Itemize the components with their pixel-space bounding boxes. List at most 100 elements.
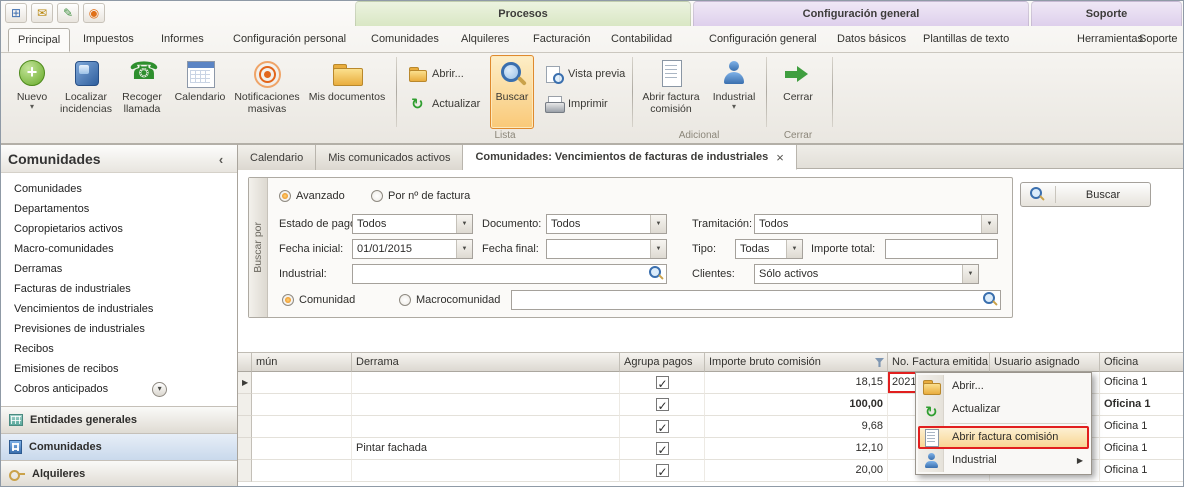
cell-importe[interactable]: 100,00 [705,394,888,416]
sidebar-item-derramas[interactable]: Derramas [0,259,237,279]
cell-derrama[interactable] [352,372,620,394]
estado-de-pago-select[interactable]: Todos [352,214,473,234]
tipo-select[interactable]: Todas [735,239,803,259]
vista-previa-button[interactable]: Vista previa [540,63,630,85]
menu-item-abrir[interactable]: Abrir... [918,375,1089,398]
cell-importe[interactable]: 9,68 [705,416,888,438]
cell-derrama[interactable] [352,394,620,416]
cell-mun[interactable] [252,372,352,394]
collapse-sidebar-icon[interactable] [213,151,229,167]
sidebar-item-macro-comunidades[interactable]: Macro-comunidades [0,239,237,259]
app-window-icon[interactable] [5,3,27,23]
tab-configuracion-general[interactable]: Configuración general [700,28,826,52]
menu-item-actualizar[interactable]: Actualizar [918,398,1089,421]
por-numero-factura-radio[interactable]: Por nº de factura [371,186,470,206]
fecha-final-datepicker[interactable] [546,239,667,259]
cell-oficina[interactable]: Oficina 1 [1100,372,1184,394]
sidebar-item-previsiones-de-industriales[interactable]: Previsiones de industriales [0,319,237,339]
cell-oficina[interactable]: Oficina 1 [1100,460,1184,482]
calendario-button[interactable]: Calendario [170,55,230,129]
cell-oficina[interactable]: Oficina 1 [1100,394,1184,416]
sidebar-item-vencimientos-de-industriales[interactable]: Vencimientos de industriales [0,299,237,319]
close-tab-icon[interactable] [776,150,784,165]
cell-oficina[interactable]: Oficina 1 [1100,438,1184,460]
dropdown-arrow-icon[interactable] [456,215,472,233]
agrupa-pagos-checkbox[interactable] [620,416,705,438]
clientes-select[interactable]: Sólo activos [754,264,979,284]
cell-derrama[interactable] [352,460,620,482]
actualizar-button[interactable]: Actualizar [404,93,485,115]
comunidad-radio[interactable]: Comunidad [282,290,355,310]
tab-plantillas-de-texto[interactable]: Plantillas de texto [914,28,1018,52]
menu-item-industrial[interactable]: Industrial [918,449,1089,472]
cell-derrama[interactable]: Pintar fachada [352,438,620,460]
column-header-importe-bruto-comision[interactable]: Importe bruto comisión [705,353,888,372]
cell-mun[interactable] [252,416,352,438]
industrial-lookup-input[interactable] [352,264,667,284]
column-header-mun[interactable]: mún [252,353,352,372]
tab-alquileres[interactable]: Alquileres [452,28,518,52]
sidebar-item-emisiones-de-recibos[interactable]: Emisiones de recibos [0,359,237,379]
importe-total-input[interactable] [885,239,998,259]
sidebar-item-copropietarios-activos[interactable]: Copropietarios activos [0,219,237,239]
dropdown-arrow-icon[interactable] [786,240,802,258]
sidebar-group-comunidades[interactable]: Comunidades [0,433,237,460]
agrupa-pagos-checkbox[interactable] [620,394,705,416]
cell-mun[interactable] [252,394,352,416]
menu-item-abrir-factura-comision[interactable]: Abrir factura comisión [918,426,1089,449]
sidebar-item-departamentos[interactable]: Departamentos [0,199,237,219]
column-header-usuario-asignado[interactable]: Usuario asignado [990,353,1100,372]
tab-principal[interactable]: Principal [8,28,70,52]
mis-documentos-button[interactable]: Mis documentos [304,55,390,129]
agrupa-pagos-checkbox[interactable] [620,372,705,394]
industrial-button[interactable]: Industrial ▾ [706,55,762,129]
tab-facturacion[interactable]: Facturación [524,28,599,52]
cell-oficina[interactable]: Oficina 1 [1100,416,1184,438]
tab-comunidades[interactable]: Comunidades [362,28,448,52]
cell-importe[interactable]: 18,15 [705,372,888,394]
cell-importe[interactable]: 20,00 [705,460,888,482]
sidebar-item-comunidades[interactable]: Comunidades [0,179,237,199]
sidebar-group-entidades-generales[interactable]: Entidades generales [0,406,237,433]
notificaciones-masivas-button[interactable]: Notificaciones masivas [232,55,302,129]
doc-tab-vencimientos-facturas-industriales[interactable]: Comunidades: Vencimientos de facturas de… [463,145,796,170]
column-header-agrupa-pagos[interactable]: Agrupa pagos [620,353,705,372]
cell-derrama[interactable] [352,416,620,438]
filter-funnel-icon[interactable] [875,358,884,367]
tab-contabilidad[interactable]: Contabilidad [602,28,681,52]
buscar-button[interactable]: Buscar [490,55,534,129]
tramitacion-select[interactable]: Todos [754,214,998,234]
imprimir-button[interactable]: Imprimir [540,93,613,115]
tab-informes[interactable]: Informes [152,28,213,52]
agrupa-pagos-checkbox[interactable] [620,438,705,460]
mail-icon[interactable] [31,3,53,23]
abrir-button[interactable]: Abrir... [404,63,469,85]
fecha-inicial-datepicker[interactable]: 01/01/2015 [352,239,473,259]
dropdown-arrow-icon[interactable] [981,215,997,233]
dropdown-arrow-icon[interactable] [456,240,472,258]
cerrar-button[interactable]: Cerrar [772,55,824,129]
dropdown-arrow-icon[interactable] [650,215,666,233]
tab-soporte[interactable]: Soporte [1130,28,1184,52]
tab-impuestos[interactable]: Impuestos [74,28,143,52]
edit-icon[interactable] [57,3,79,23]
dropdown-arrow-icon[interactable] [962,265,978,283]
column-header-oficina[interactable]: Oficina [1100,353,1184,372]
nuevo-button[interactable]: Nuevo ▾ [8,55,56,129]
column-header-derrama[interactable]: Derrama [352,353,620,372]
comunidad-lookup-input[interactable] [511,290,1001,310]
macrocomunidad-radio[interactable]: Macrocomunidad [399,290,500,310]
avanzado-radio[interactable]: Avanzado [279,186,345,206]
doc-tab-mis-comunicados-activos[interactable]: Mis comunicados activos [316,145,463,170]
sidebar-item-facturas-de-industriales[interactable]: Facturas de industriales [0,279,237,299]
search-icon[interactable] [982,291,1000,309]
agrupa-pagos-checkbox[interactable] [620,460,705,482]
documento-select[interactable]: Todos [546,214,667,234]
doc-tab-calendario[interactable]: Calendario [238,145,316,170]
search-button[interactable]: Buscar [1020,182,1151,207]
sidebar-item-cobros-anticipados[interactable]: Cobros anticipados [0,379,237,399]
dropdown-arrow-icon[interactable] [650,240,666,258]
recoger-llamada-button[interactable]: Recoger llamada [116,55,168,129]
expand-more-icon[interactable] [152,382,167,397]
abrir-factura-comision-button[interactable]: Abrir factura comisión [638,55,704,129]
